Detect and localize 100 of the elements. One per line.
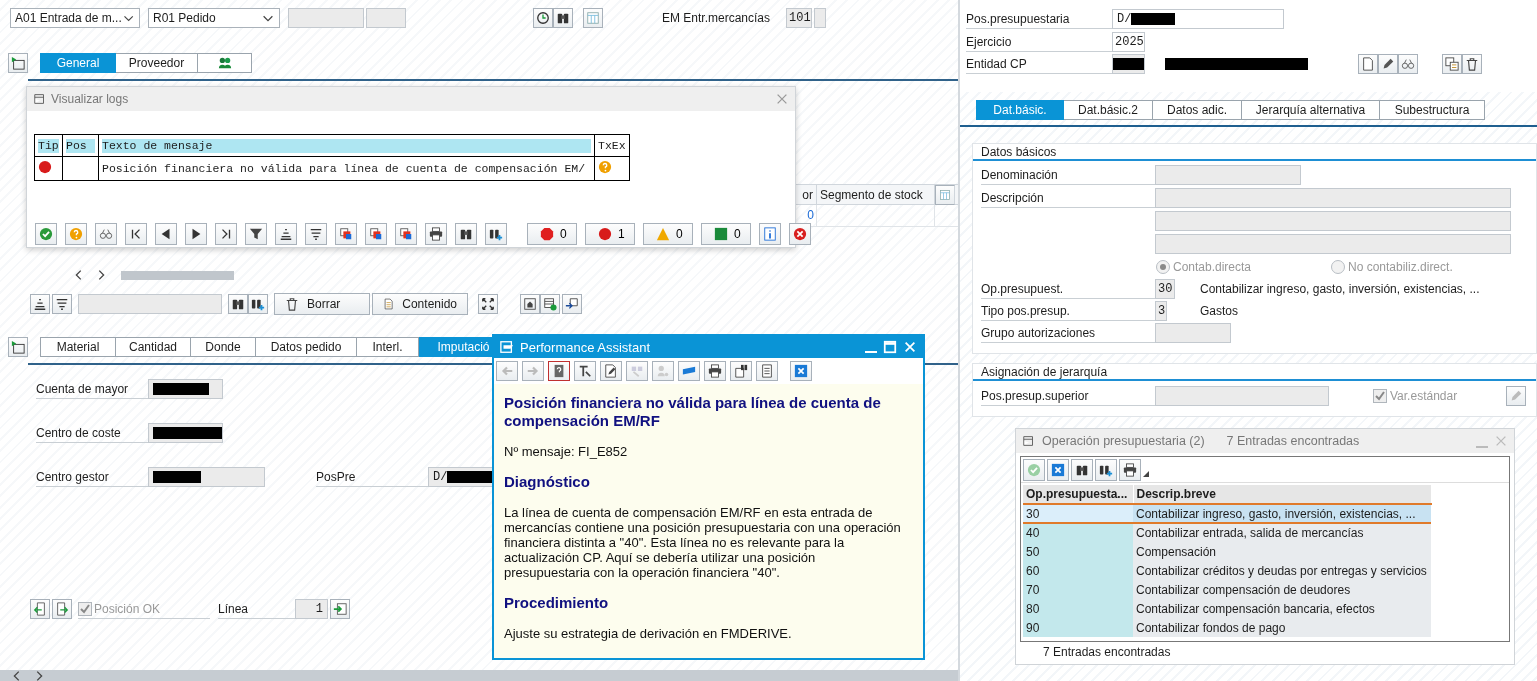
- input-field[interactable]: [288, 8, 364, 28]
- find-button[interactable]: [228, 294, 248, 314]
- expand-button[interactable]: [478, 294, 498, 314]
- toggle-button[interactable]: [8, 337, 28, 357]
- input-field[interactable]: [148, 423, 223, 443]
- message-filter-button[interactable]: 0: [643, 223, 693, 245]
- filter-button[interactable]: [245, 223, 267, 245]
- input-field[interactable]: 3: [1155, 301, 1167, 321]
- tab[interactable]: Proveedor: [116, 53, 198, 73]
- display-button[interactable]: [1398, 54, 1418, 74]
- transfer-button[interactable]: [562, 294, 582, 314]
- group-title: Asignación de jerarquía: [981, 364, 1108, 379]
- find-button[interactable]: [455, 223, 477, 245]
- glasses-icon: [1401, 57, 1415, 71]
- operation-description: Contabilizar ingreso, gasto, inversión, existencias, ...: [1200, 282, 1480, 296]
- tab[interactable]: Jerarquía alternativa: [1242, 100, 1380, 120]
- sort-ascending-button[interactable]: [30, 294, 50, 314]
- input-field[interactable]: [148, 379, 223, 399]
- layout-button[interactable]: [395, 223, 417, 245]
- input-field[interactable]: [1155, 165, 1301, 185]
- input-field[interactable]: [148, 467, 265, 487]
- edit-button[interactable]: [600, 361, 622, 381]
- radio-label: Contab.directa: [1173, 260, 1252, 274]
- input-field[interactable]: [366, 8, 406, 28]
- reference-dropdown[interactable]: R01 Pedido: [148, 8, 280, 28]
- input-field[interactable]: [78, 294, 222, 314]
- input-field[interactable]: [1155, 386, 1329, 406]
- marker-button[interactable]: [678, 361, 700, 381]
- layout-button[interactable]: [365, 223, 387, 245]
- info-button[interactable]: [759, 223, 781, 245]
- line-number-field[interactable]: 1: [295, 599, 328, 619]
- ok-button[interactable]: [35, 223, 57, 245]
- movement-code-field[interactable]: 101: [786, 8, 812, 28]
- message-filter-button[interactable]: 0: [701, 223, 751, 245]
- tab[interactable]: [198, 53, 252, 73]
- next-button[interactable]: [185, 223, 207, 245]
- previous-button[interactable]: [155, 223, 177, 245]
- checkbox[interactable]: [1373, 389, 1387, 403]
- find-next-button[interactable]: [248, 294, 268, 314]
- find-next-button[interactable]: [1095, 459, 1117, 481]
- input-field[interactable]: 30: [1155, 279, 1175, 299]
- list-button[interactable]: [756, 361, 778, 381]
- tab[interactable]: Material: [40, 337, 116, 357]
- toggle-button[interactable]: [8, 53, 28, 73]
- find-next-button[interactable]: [485, 223, 507, 245]
- input-field[interactable]: [1112, 54, 1145, 74]
- help-button[interactable]: [548, 361, 570, 381]
- print-button[interactable]: [704, 361, 726, 381]
- tab[interactable]: Datos adic.: [1153, 100, 1242, 120]
- first-button[interactable]: [125, 223, 147, 245]
- sort-descending-button[interactable]: [305, 223, 327, 245]
- checkbox[interactable]: [78, 601, 92, 616]
- input-field[interactable]: [814, 8, 826, 28]
- input-field[interactable]: [1155, 188, 1511, 208]
- go-to-item-button[interactable]: [330, 599, 350, 619]
- tab[interactable]: Interl.: [357, 337, 419, 357]
- delete-button[interactable]: Borrar: [274, 293, 370, 315]
- tab[interactable]: Donde: [191, 337, 256, 357]
- search-button[interactable]: [553, 8, 573, 28]
- info-icon: [763, 227, 777, 241]
- cancel-button[interactable]: [789, 223, 811, 245]
- tab[interactable]: Subestructura: [1380, 100, 1485, 120]
- details-button[interactable]: [95, 223, 117, 245]
- sort-descending-button[interactable]: [52, 294, 72, 314]
- copy-button[interactable]: [1442, 54, 1462, 74]
- radio-button[interactable]: [1156, 260, 1170, 274]
- tools-button[interactable]: [574, 361, 596, 381]
- change-button[interactable]: [1378, 54, 1398, 74]
- overview-button[interactable]: [520, 294, 540, 314]
- delete-button[interactable]: [1462, 54, 1482, 74]
- minimize-icon: [865, 351, 877, 353]
- find-button[interactable]: [1071, 459, 1093, 481]
- input-field[interactable]: D/: [1112, 9, 1284, 29]
- add-row-button[interactable]: [540, 294, 560, 314]
- minimize-icon: [1476, 446, 1488, 448]
- cancel-button[interactable]: [1047, 459, 1069, 481]
- close-button[interactable]: [790, 361, 812, 381]
- input-field[interactable]: 2025: [1112, 32, 1145, 52]
- content-button[interactable]: Contenido: [372, 293, 468, 315]
- previous-item-button[interactable]: [30, 599, 50, 619]
- message-filter-button[interactable]: 0: [527, 223, 577, 245]
- input-field[interactable]: [1155, 323, 1231, 343]
- radio-button[interactable]: [1331, 260, 1345, 274]
- print-button[interactable]: [425, 223, 447, 245]
- next-item-button[interactable]: [52, 599, 72, 619]
- last-button[interactable]: [215, 223, 237, 245]
- execute-button[interactable]: [533, 8, 553, 28]
- action-dropdown[interactable]: A01 Entrada de m...: [10, 8, 140, 28]
- sort-ascending-button[interactable]: [275, 223, 297, 245]
- print-button[interactable]: [1119, 459, 1141, 481]
- tab[interactable]: Datos pedido: [256, 337, 357, 357]
- tab[interactable]: Cantidad: [116, 337, 191, 357]
- create-button[interactable]: [1358, 54, 1378, 74]
- input-field[interactable]: [1155, 211, 1511, 231]
- tab[interactable]: Dat.básic.2: [1064, 100, 1153, 120]
- layout-button[interactable]: [335, 223, 357, 245]
- scrollbar-thumb[interactable]: [121, 270, 234, 280]
- input-field[interactable]: [1155, 234, 1511, 254]
- message-filter-button[interactable]: 1: [585, 223, 635, 245]
- find-button[interactable]: [730, 361, 752, 381]
